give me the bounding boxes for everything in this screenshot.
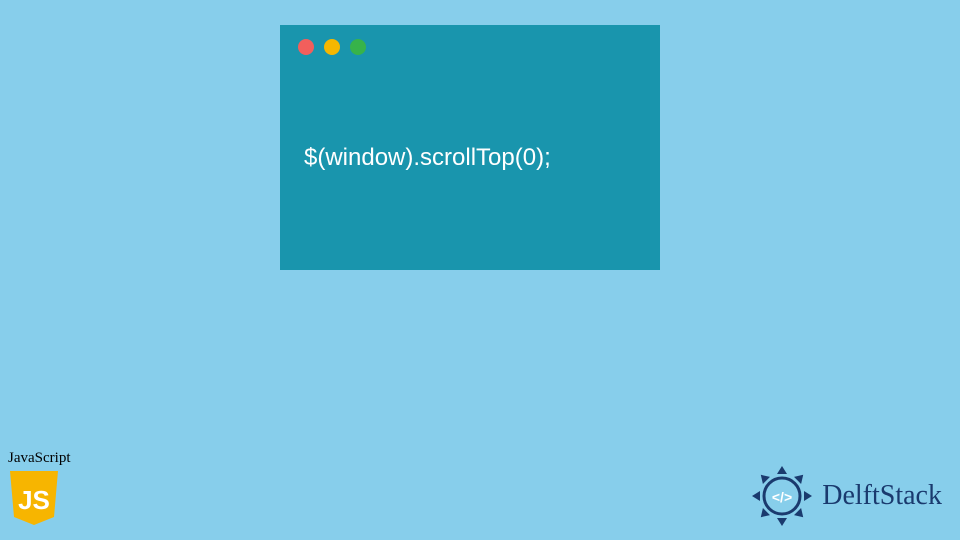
javascript-label: JavaScript	[8, 450, 78, 467]
close-dot-icon	[298, 39, 314, 55]
brand-name: DelftStack	[822, 480, 942, 512]
code-window: $(window).scrollTop(0);	[280, 25, 660, 270]
zoom-dot-icon	[350, 39, 366, 55]
javascript-badge: JavaScript JS	[8, 450, 78, 532]
code-line: $(window).scrollTop(0);	[280, 69, 660, 172]
brand-logo-icon: </>	[750, 464, 814, 528]
brand: </> DelftStack	[750, 464, 942, 528]
window-dots	[280, 25, 660, 69]
svg-text:</>: </>	[772, 489, 792, 505]
minimize-dot-icon	[324, 39, 340, 55]
svg-text:JS: JS	[18, 485, 50, 515]
javascript-shield-icon: JS	[8, 469, 60, 527]
